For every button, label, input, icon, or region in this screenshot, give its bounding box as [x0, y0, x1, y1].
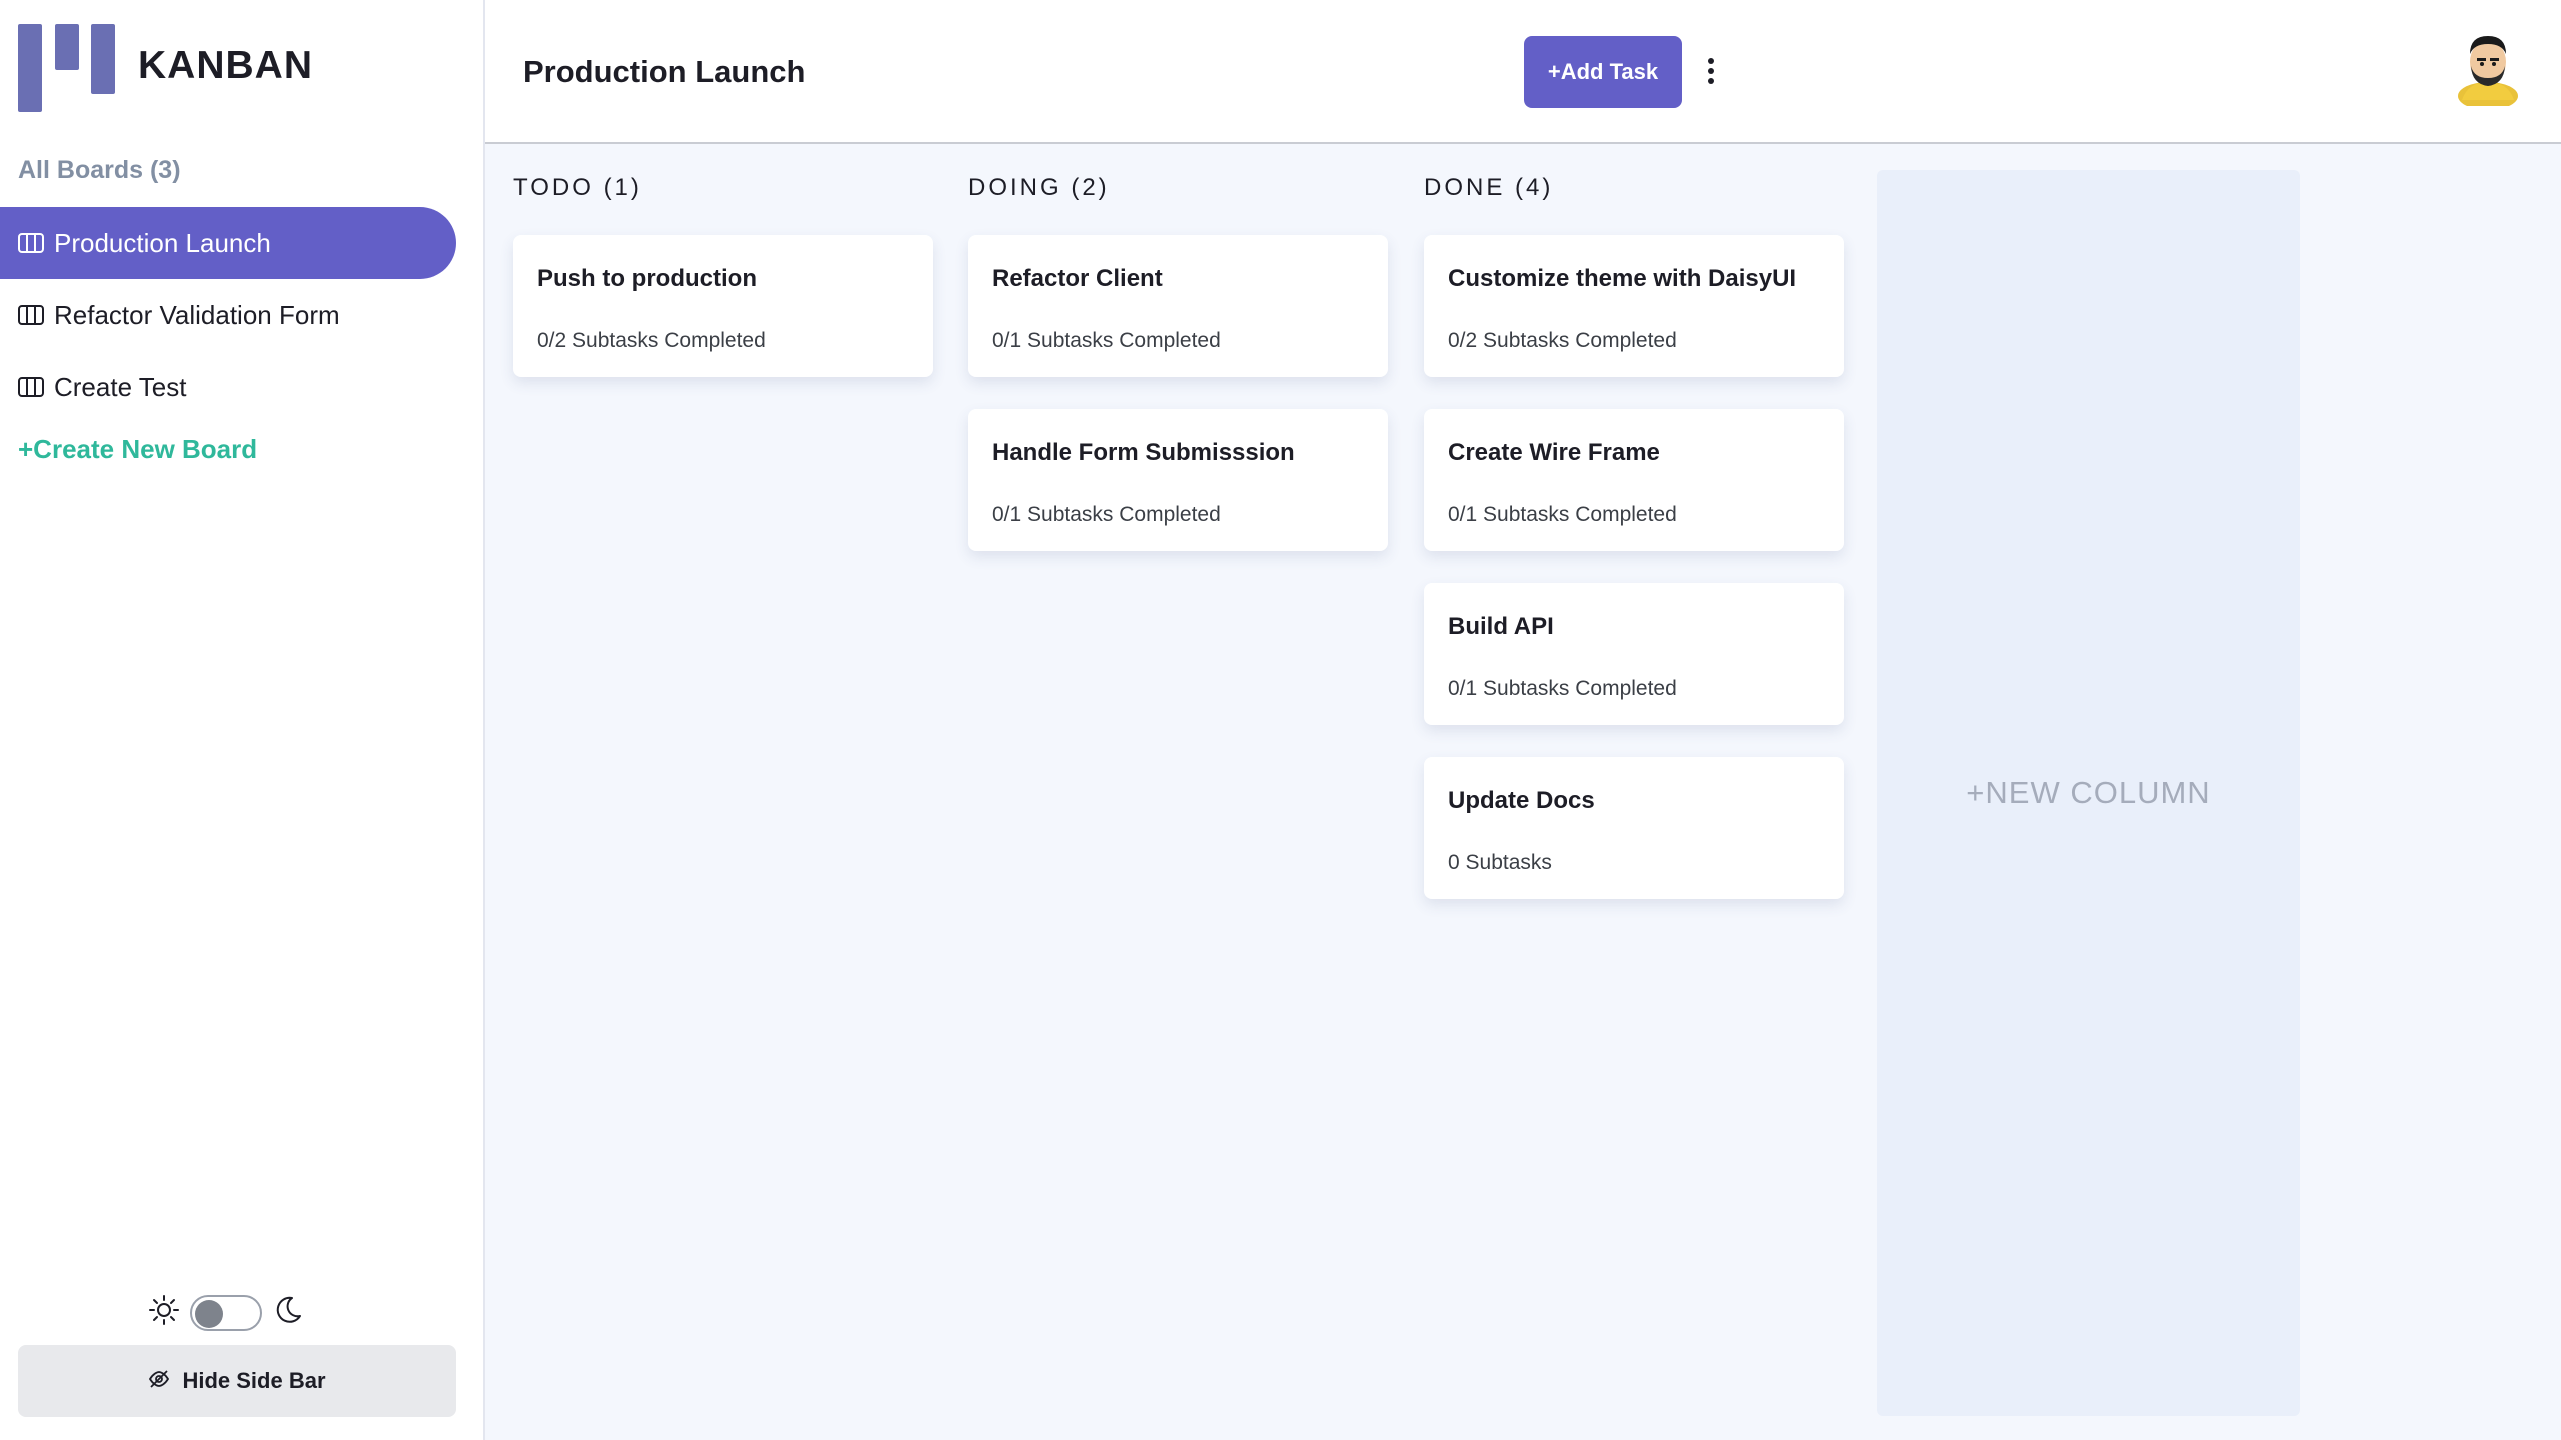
- task-title: Handle Form Submisssion: [992, 439, 1295, 466]
- create-new-board-link[interactable]: +Create New Board: [18, 434, 257, 465]
- sun-icon: [148, 1294, 180, 1331]
- toggle-knob: [195, 1299, 223, 1328]
- sidebar: KANBAN All Boards (3) Production Launch …: [0, 0, 485, 1440]
- task-title: Push to production: [537, 265, 757, 292]
- hide-sidebar-button[interactable]: Hide Side Bar: [18, 1345, 456, 1417]
- task-card[interactable]: Refactor Client 0/1 Subtasks Completed: [968, 235, 1388, 377]
- sidebar-item-create-test[interactable]: Create Test: [0, 351, 456, 423]
- task-title: Build API: [1448, 613, 1554, 640]
- sidebar-item-label: Refactor Validation Form: [54, 299, 340, 330]
- subtask-count: 0/1 Subtasks Completed: [1448, 677, 1677, 700]
- new-column-button[interactable]: +NEW COLUMN: [1877, 170, 2300, 1416]
- all-boards-heading: All Boards (3): [18, 156, 181, 184]
- board-icon: [18, 377, 44, 397]
- column-heading: DONE (4): [1424, 174, 1554, 201]
- subtask-count: 0/1 Subtasks Completed: [992, 503, 1221, 526]
- subtask-count: 0/1 Subtasks Completed: [1448, 503, 1677, 526]
- sidebar-item-refactor-validation-form[interactable]: Refactor Validation Form: [0, 279, 456, 351]
- sidebar-item-production-launch[interactable]: Production Launch: [0, 207, 456, 279]
- column-heading: DOING (2): [968, 174, 1110, 201]
- sidebar-item-label: Production Launch: [54, 227, 271, 258]
- subtask-count: 0/2 Subtasks Completed: [1448, 329, 1677, 352]
- more-options-icon[interactable]: [1705, 56, 1717, 86]
- task-title: Update Docs: [1448, 787, 1595, 814]
- task-title: Customize theme with DaisyUI: [1448, 265, 1797, 292]
- eye-slash-icon: [148, 1368, 170, 1394]
- kanban-logo-icon: [18, 24, 115, 112]
- task-card[interactable]: Create Wire Frame 0/1 Subtasks Completed: [1424, 409, 1844, 551]
- page-title: Production Launch: [523, 54, 806, 89]
- task-card[interactable]: Build API 0/1 Subtasks Completed: [1424, 583, 1844, 725]
- task-title: Refactor Client: [992, 265, 1163, 292]
- brand-name: KANBAN: [138, 44, 313, 87]
- subtask-count: 0/1 Subtasks Completed: [992, 329, 1221, 352]
- board-icon: [18, 233, 44, 253]
- board-icon: [18, 305, 44, 325]
- theme-switcher: [148, 1294, 304, 1331]
- column-heading: TODO (1): [513, 174, 642, 201]
- sidebar-item-label: Create Test: [54, 371, 187, 402]
- task-card[interactable]: Handle Form Submisssion 0/1 Subtasks Com…: [968, 409, 1388, 551]
- subtask-count: 0/2 Subtasks Completed: [537, 329, 766, 352]
- moon-icon: [272, 1294, 304, 1331]
- top-header: Production Launch +Add Task: [485, 0, 2561, 144]
- theme-toggle[interactable]: [190, 1294, 262, 1331]
- user-avatar[interactable]: [2456, 30, 2520, 110]
- task-card[interactable]: Customize theme with DaisyUI 0/2 Subtask…: [1424, 235, 1844, 377]
- task-title: Create Wire Frame: [1448, 439, 1660, 466]
- hide-sidebar-label: Hide Side Bar: [182, 1368, 326, 1393]
- add-task-button[interactable]: +Add Task: [1524, 36, 1682, 108]
- task-card[interactable]: Update Docs 0 Subtasks: [1424, 757, 1844, 899]
- subtask-count: 0 Subtasks: [1448, 851, 1552, 874]
- task-card[interactable]: Push to production 0/2 Subtasks Complete…: [513, 235, 933, 377]
